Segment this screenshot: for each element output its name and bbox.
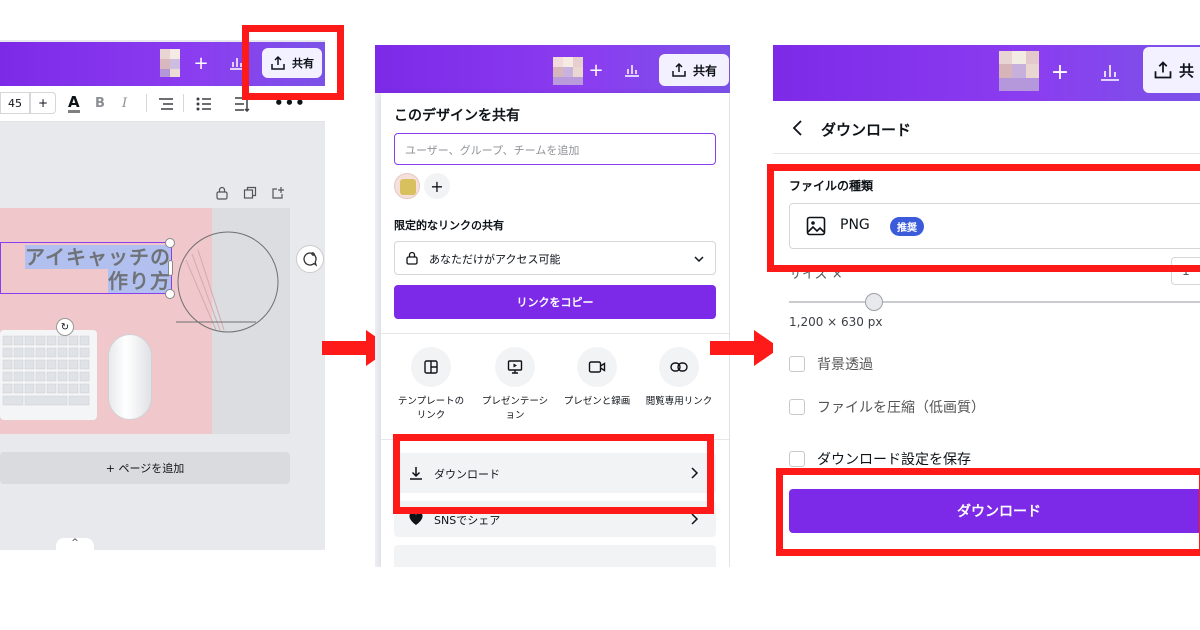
add-collaborator-button[interactable]: + [1047, 59, 1073, 85]
share-title: このデザインを共有 [394, 108, 520, 124]
avatar[interactable] [553, 57, 583, 85]
more-menu-item[interactable] [394, 545, 716, 567]
transparent-bg-label: 背景透過 [817, 357, 873, 373]
eyecatch-heading-line2: 作り方 [108, 269, 171, 293]
record-icon [588, 361, 606, 373]
presentation-label: プレゼンテーシ ョン [481, 396, 549, 421]
add-people-button[interactable]: + [424, 173, 450, 199]
transparent-bg-checkbox[interactable] [789, 356, 805, 372]
highlight-share-button [242, 25, 344, 100]
bar-chart-icon [625, 65, 639, 77]
invite-placeholder: ユーザー、グループ、チームを追加 [405, 144, 580, 157]
design-page[interactable]: アイキャッチの 作り方 ↻ [0, 208, 290, 434]
size-value: 1,200 × 630 px [789, 315, 883, 329]
bar-chart-icon [1101, 65, 1119, 81]
eyecatch-heading-line1: アイキャッチの [25, 245, 171, 269]
add-page-button[interactable]: + ページを追加 [0, 452, 290, 484]
chevron-right-icon [691, 513, 699, 525]
access-select[interactable]: あなただけがアクセス可能 [394, 241, 716, 275]
font-size-field[interactable]: 45 [0, 92, 30, 114]
chevron-down-icon [694, 256, 704, 263]
template-link-label: テンプレートの リンク [397, 396, 465, 421]
italic-icon[interactable]: I [122, 96, 127, 111]
bullet-list-icon[interactable] [196, 96, 212, 112]
highlight-file-type [767, 164, 1200, 272]
presentation-button[interactable] [495, 347, 535, 387]
arrow-icon [710, 330, 780, 366]
resize-handle[interactable] [165, 238, 175, 248]
limited-link-title: 限定的なリンクの共有 [394, 219, 504, 232]
back-arrow-icon[interactable] [791, 119, 803, 137]
upload-icon [672, 62, 686, 77]
access-option-label: あなただけがアクセス可能 [429, 253, 561, 266]
add-collaborator-button[interactable]: + [585, 59, 607, 81]
panel-editor: + 共有 45 + A B I ••• アイキャッチの 作り方 ↻ + ページを… [0, 40, 325, 552]
present-record-label: プレゼンと録画 [563, 396, 631, 407]
compress-checkbox[interactable] [789, 399, 805, 415]
download-title: ダウンロード [821, 121, 912, 139]
highlight-download-button [776, 468, 1200, 556]
sns-share-label: SNSでシェア [434, 514, 501, 527]
view-only-link-label: 閲覧専用リンク [645, 396, 713, 407]
highlight-download-item [393, 434, 714, 514]
font-size-increase-button[interactable]: + [30, 92, 56, 114]
share-button[interactable]: 共 [1143, 47, 1200, 93]
duplicate-icon[interactable] [243, 186, 257, 200]
bold-icon[interactable]: B [95, 96, 105, 111]
size-slider-handle[interactable] [865, 293, 883, 311]
mouse-image [108, 334, 152, 420]
present-record-button[interactable] [577, 347, 617, 387]
insights-button[interactable] [617, 57, 647, 83]
rotate-handle[interactable]: ↻ [56, 318, 74, 336]
divider [146, 94, 147, 112]
view-only-link-button[interactable] [659, 347, 699, 387]
plus-icon: + [193, 52, 209, 74]
compress-label: ファイルを圧縮（低画質） [817, 400, 985, 416]
add-page-icon[interactable] [271, 186, 285, 200]
save-settings-checkbox[interactable] [789, 451, 805, 467]
size-slider-track[interactable] [789, 301, 1200, 303]
comment-button[interactable] [296, 245, 324, 273]
pages-toggle[interactable]: ^ [56, 538, 94, 552]
upload-icon [1154, 61, 1172, 79]
comment-add-icon [303, 252, 318, 267]
presentation-icon [507, 360, 523, 374]
lock-icon [406, 251, 418, 265]
share-label: 共 [1179, 61, 1195, 80]
insights-button[interactable] [1093, 57, 1127, 87]
link-icon [670, 362, 688, 372]
text-color-icon[interactable]: A [68, 94, 80, 113]
avatar[interactable] [160, 49, 188, 77]
save-settings-label: ダウンロード設定を保存 [817, 452, 971, 468]
resize-handle[interactable] [168, 260, 173, 276]
share-label: 共有 [692, 63, 717, 78]
circle-decoration [176, 231, 279, 333]
invite-input[interactable]: ユーザー、グループ、チームを追加 [394, 133, 716, 165]
lock-icon[interactable] [215, 186, 229, 200]
template-link-button[interactable] [411, 347, 451, 387]
divider [183, 94, 184, 112]
add-collaborator-button[interactable]: + [190, 52, 212, 74]
plus-icon: + [588, 59, 604, 81]
avatar[interactable] [999, 51, 1039, 91]
copy-link-button[interactable]: リンクをコピー [394, 285, 716, 319]
download-header [773, 45, 1200, 101]
resize-handle[interactable] [165, 289, 175, 299]
owner-avatar[interactable] [394, 173, 420, 199]
selected-text-box[interactable]: アイキャッチの 作り方 [0, 242, 172, 294]
template-icon [424, 360, 438, 374]
divider [381, 333, 729, 334]
divider [773, 153, 1200, 154]
plus-icon: + [1050, 59, 1070, 85]
share-button[interactable]: 共有 [659, 54, 729, 86]
align-right-icon[interactable] [158, 97, 174, 111]
keyboard-image [0, 330, 97, 420]
